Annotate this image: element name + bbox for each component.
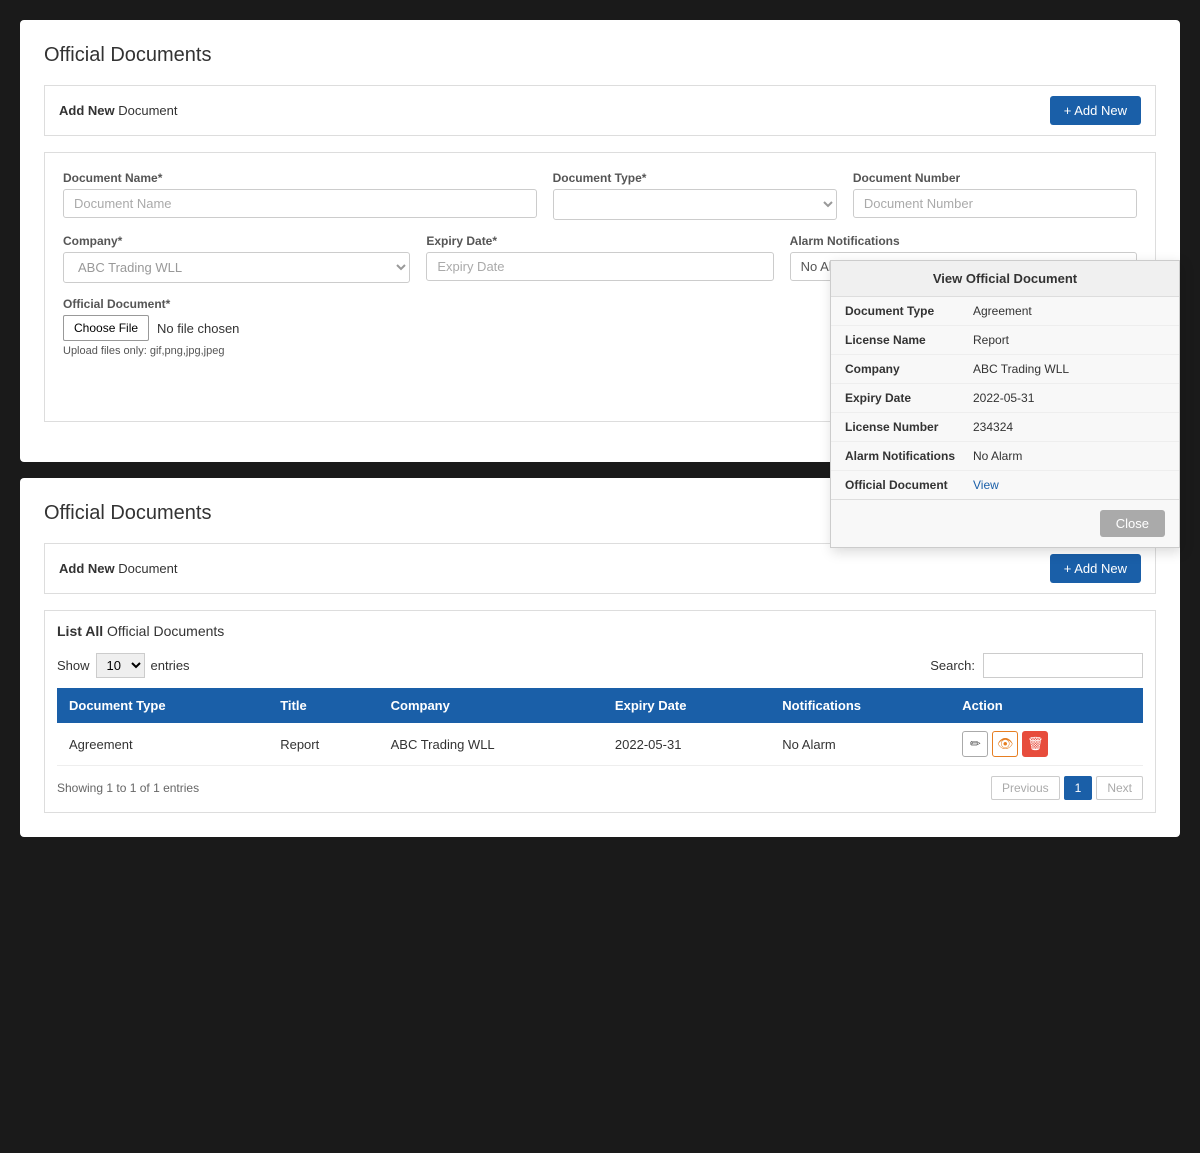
cell-company: ABC Trading WLL	[379, 723, 603, 766]
modal-row-expiry-date: Expiry Date 2022-05-31	[831, 384, 1179, 413]
add-new-section-header: Add New Document + Add New	[44, 85, 1156, 136]
document-name-input[interactable]	[63, 189, 537, 218]
modal-row-company: Company ABC Trading WLL	[831, 355, 1179, 384]
expiry-date-label: Expiry Date*	[426, 234, 773, 248]
list-section: List All Official Documents Show 10 25 5…	[44, 610, 1156, 813]
search-area: Search:	[930, 653, 1143, 678]
modal-row-official-document: Official Document View	[831, 471, 1179, 499]
modal-row-license-number: License Number 234324	[831, 413, 1179, 442]
col-expiry-date: Expiry Date	[603, 688, 770, 723]
add-new-button-top[interactable]: + Add New	[1050, 96, 1141, 125]
next-button[interactable]: Next	[1096, 776, 1143, 800]
document-number-label: Document Number	[853, 171, 1137, 185]
form-row-1: Document Name* Document Type* Agreement …	[63, 171, 1137, 220]
col-company: Company	[379, 688, 603, 723]
modal-row-alarm: Alarm Notifications No Alarm	[831, 442, 1179, 471]
expiry-date-input[interactable]	[426, 252, 773, 281]
cell-expiry-date: 2022-05-31	[603, 723, 770, 766]
view-document-link[interactable]: View	[973, 478, 1165, 492]
document-number-input[interactable]	[853, 189, 1137, 218]
modal-footer: Close	[831, 499, 1179, 547]
edit-button[interactable]: ✏	[962, 731, 988, 757]
page-1-button[interactable]: 1	[1064, 776, 1093, 800]
company-select[interactable]: ABC Trading WLL	[63, 252, 410, 283]
alarm-label: Alarm Notifications	[790, 234, 1137, 248]
document-name-label: Document Name*	[63, 171, 537, 185]
pagination: Showing 1 to 1 of 1 entries Previous 1 N…	[57, 776, 1143, 800]
search-input[interactable]	[983, 653, 1143, 678]
add-new-button-bottom[interactable]: + Add New	[1050, 554, 1141, 583]
documents-table: Document Type Title Company Expiry Date …	[57, 688, 1143, 766]
page-title-top: Official Documents	[44, 44, 1156, 67]
close-modal-button[interactable]: Close	[1100, 510, 1165, 537]
document-name-group: Document Name*	[63, 171, 537, 220]
company-group: Company* ABC Trading WLL	[63, 234, 410, 283]
cell-document-type: Agreement	[57, 723, 268, 766]
show-entries: Show 10 25 50 entries	[57, 653, 190, 678]
col-action: Action	[950, 688, 1143, 723]
previous-button[interactable]: Previous	[991, 776, 1060, 800]
table-row: Agreement Report ABC Trading WLL 2022-05…	[57, 723, 1143, 766]
choose-file-button[interactable]: Choose File	[63, 315, 149, 341]
expiry-date-group: Expiry Date*	[426, 234, 773, 283]
list-title: List All Official Documents	[57, 623, 1143, 639]
col-document-type: Document Type	[57, 688, 268, 723]
modal-row-document-type: Document Type Agreement	[831, 297, 1179, 326]
document-number-group: Document Number	[853, 171, 1137, 220]
pagination-info: Showing 1 to 1 of 1 entries	[57, 781, 199, 795]
entries-select[interactable]: 10 25 50	[96, 653, 145, 678]
cell-notifications: No Alarm	[770, 723, 950, 766]
document-type-group: Document Type* Agreement	[553, 171, 837, 220]
modal-row-license-name: License Name Report	[831, 326, 1179, 355]
company-label: Company*	[63, 234, 410, 248]
view-button[interactable]: 👁	[992, 731, 1018, 757]
modal-body: Document Type Agreement License Name Rep…	[831, 297, 1179, 499]
delete-button[interactable]: 🗑	[1022, 731, 1048, 757]
pagination-controls: Previous 1 Next	[991, 776, 1143, 800]
modal-title: View Official Document	[831, 261, 1179, 297]
cell-title: Report	[268, 723, 378, 766]
col-notifications: Notifications	[770, 688, 950, 723]
document-type-select[interactable]: Agreement	[553, 189, 837, 220]
cell-action: ✏ 👁 🗑	[950, 723, 1143, 766]
view-document-modal: View Official Document Document Type Agr…	[830, 260, 1180, 548]
table-controls: Show 10 25 50 entries Search:	[57, 653, 1143, 678]
col-title: Title	[268, 688, 378, 723]
add-new-section-header-bottom: Add New Document + Add New	[44, 543, 1156, 594]
document-type-label: Document Type*	[553, 171, 837, 185]
no-file-text: No file chosen	[157, 321, 239, 336]
